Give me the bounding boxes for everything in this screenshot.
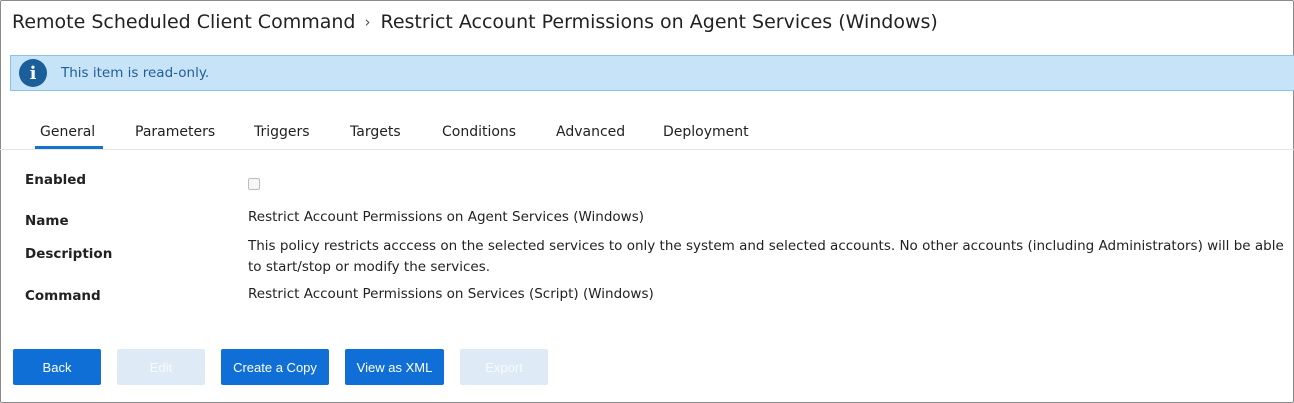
read-only-banner: i This item is read-only.: [10, 55, 1294, 91]
command-value: Restrict Account Permissions on Services…: [248, 286, 654, 302]
tab-deployment[interactable]: Deployment: [663, 124, 749, 140]
enabled-checkbox[interactable]: [248, 178, 260, 190]
tab-bar: General Parameters Triggers Targets Cond…: [0, 118, 1294, 150]
banner-text: This item is read-only.: [61, 65, 210, 81]
command-label: Command: [25, 288, 101, 304]
chevron-right-icon: ›: [364, 13, 371, 31]
tab-parameters[interactable]: Parameters: [135, 124, 215, 140]
create-copy-button[interactable]: Create a Copy: [221, 349, 329, 385]
description-value-line1: This policy restricts acccess on the sel…: [248, 238, 1284, 254]
back-button[interactable]: Back: [13, 349, 101, 385]
tab-targets[interactable]: Targets: [350, 124, 401, 140]
breadcrumb-current: Restrict Account Permissions on Agent Se…: [380, 11, 938, 33]
tab-conditions[interactable]: Conditions: [442, 124, 516, 140]
enabled-label: Enabled: [25, 172, 87, 188]
breadcrumb-parent[interactable]: Remote Scheduled Client Command: [12, 11, 355, 33]
tab-general[interactable]: General: [34, 124, 104, 149]
edit-button[interactable]: Edit: [117, 349, 205, 385]
view-as-xml-button[interactable]: View as XML: [345, 349, 444, 385]
breadcrumb: Remote Scheduled Client Command › Restri…: [12, 9, 938, 35]
info-icon: i: [19, 59, 47, 87]
tab-triggers[interactable]: Triggers: [254, 124, 310, 140]
tab-advanced[interactable]: Advanced: [556, 124, 625, 140]
name-value: Restrict Account Permissions on Agent Se…: [248, 209, 645, 225]
description-value-line2: to start/stop or modify the services.: [248, 259, 491, 275]
export-button[interactable]: Export: [460, 349, 548, 385]
description-label: Description: [25, 246, 113, 262]
name-label: Name: [25, 213, 69, 229]
